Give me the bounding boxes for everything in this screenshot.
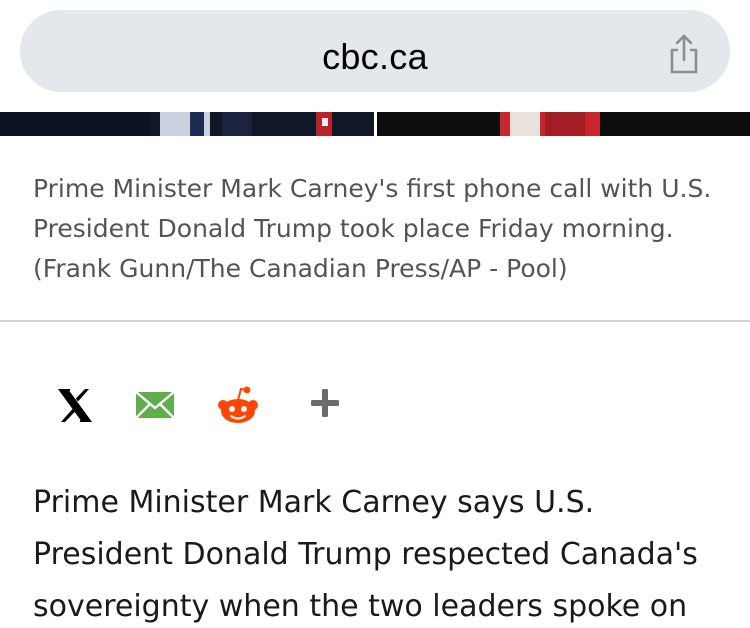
share-icon: [670, 34, 698, 74]
browser-toolbar: cbc.ca: [0, 0, 750, 112]
divider: [0, 320, 750, 322]
photo-caption-area: Prime Minister Mark Carney's first phone…: [0, 136, 750, 320]
article-photo: [0, 112, 750, 136]
address-bar[interactable]: cbc.ca: [20, 10, 730, 92]
photo-caption: Prime Minister Mark Carney's first phone…: [33, 174, 712, 283]
plus-icon: [311, 389, 339, 417]
share-x-button[interactable]: [56, 380, 94, 430]
share-email-button[interactable]: [135, 380, 175, 430]
share-button[interactable]: [666, 32, 702, 76]
article-body: Prime Minister Mark Carney says U.S. Pre…: [33, 485, 698, 624]
reddit-icon: [218, 386, 258, 423]
share-more-button[interactable]: [309, 380, 341, 430]
url-text[interactable]: cbc.ca: [20, 36, 730, 78]
email-icon: [135, 391, 175, 419]
share-bar: [0, 380, 750, 430]
share-reddit-button[interactable]: [216, 380, 260, 430]
page: cbc.ca Prime Minister Mark Carney's firs…: [0, 0, 750, 628]
x-icon: [58, 389, 92, 422]
